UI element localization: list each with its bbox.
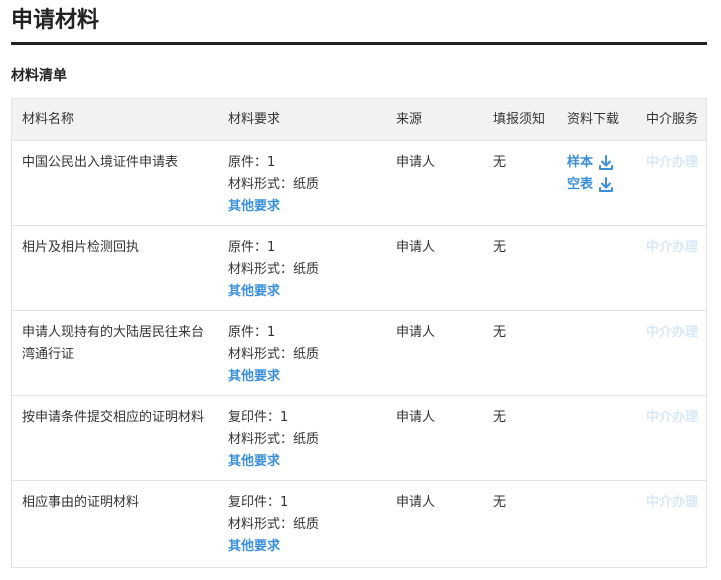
table-row: 相应事由的证明材料 复印件：1 材料形式：纸质 其他要求 申请人 无 中介办理 <box>12 481 706 567</box>
material-requirement: 原件：1 材料形式：纸质 其他要求 <box>228 237 378 303</box>
fill-note: 无 <box>493 240 507 255</box>
requirement-form: 材料形式：纸质 <box>228 177 320 192</box>
download-blank-form-label: 空表 <box>567 177 594 192</box>
fill-note: 无 <box>493 155 507 170</box>
material-source: 申请人 <box>396 240 436 255</box>
header-downloads: 资料下载 <box>567 112 620 127</box>
download-sample-link[interactable]: 样本 <box>567 152 614 174</box>
title-divider <box>11 42 707 45</box>
requirement-count: 原件：1 <box>228 240 276 255</box>
page: 申请材料 材料清单 材料名称 材料要求 来源 填报须知 资料下载 中介服务 中国… <box>0 0 721 580</box>
agency-service-link[interactable]: 中介办理 <box>646 322 698 344</box>
download-sample-label: 样本 <box>567 155 594 170</box>
header-material-requirement: 材料要求 <box>228 112 281 127</box>
downloads: 样本 空表 <box>567 152 614 196</box>
other-requirements-link[interactable]: 其他要求 <box>228 451 378 473</box>
material-source: 申请人 <box>396 410 436 425</box>
materials-table: 材料名称 材料要求 来源 填报须知 资料下载 中介服务 中国公民出入境证件申请表… <box>11 98 707 568</box>
material-source: 申请人 <box>396 155 436 170</box>
other-requirements-link[interactable]: 其他要求 <box>228 536 378 558</box>
table-header: 材料名称 材料要求 来源 填报须知 资料下载 中介服务 <box>12 99 706 141</box>
material-name: 申请人现持有的大陆居民往来台 湾通行证 <box>22 322 212 366</box>
other-requirements-link[interactable]: 其他要求 <box>228 196 378 218</box>
fill-note: 无 <box>493 495 507 510</box>
fill-note: 无 <box>493 325 507 340</box>
material-requirement: 复印件：1 材料形式：纸质 其他要求 <box>228 407 378 473</box>
table-row: 申请人现持有的大陆居民往来台 湾通行证 原件：1 材料形式：纸质 其他要求 申请… <box>12 311 706 396</box>
requirement-form: 材料形式：纸质 <box>228 517 320 532</box>
requirement-form: 材料形式：纸质 <box>228 432 320 447</box>
fill-note: 无 <box>493 410 507 425</box>
material-source: 申请人 <box>396 325 436 340</box>
agency-service-link[interactable]: 中介办理 <box>646 407 698 429</box>
agency-service-link[interactable]: 中介办理 <box>646 237 698 259</box>
requirement-form: 材料形式：纸质 <box>228 347 320 362</box>
download-icon <box>599 155 614 170</box>
header-source: 来源 <box>396 112 423 127</box>
material-name: 相应事由的证明材料 <box>22 495 140 510</box>
table-row: 按申请条件提交相应的证明材料 复印件：1 材料形式：纸质 其他要求 申请人 无 … <box>12 396 706 481</box>
table-row: 中国公民出入境证件申请表 原件：1 材料形式：纸质 其他要求 申请人 无 样本 … <box>12 141 706 226</box>
requirement-form: 材料形式：纸质 <box>228 262 320 277</box>
material-name-line: 申请人现持有的大陆居民往来台 <box>22 325 205 340</box>
table-row: 相片及相片检测回执 原件：1 材料形式：纸质 其他要求 申请人 无 中介办理 <box>12 226 706 311</box>
material-source: 申请人 <box>396 495 436 510</box>
header-material-name: 材料名称 <box>22 112 75 127</box>
agency-service-link[interactable]: 中介办理 <box>646 492 698 514</box>
download-icon <box>599 177 614 192</box>
requirement-count: 原件：1 <box>228 155 276 170</box>
header-fill-notes: 填报须知 <box>493 112 546 127</box>
material-requirement: 原件：1 材料形式：纸质 其他要求 <box>228 152 378 218</box>
header-agency-service: 中介服务 <box>646 112 699 127</box>
other-requirements-link[interactable]: 其他要求 <box>228 281 378 303</box>
material-requirement: 复印件：1 材料形式：纸质 其他要求 <box>228 492 378 558</box>
material-name: 相片及相片检测回执 <box>22 240 140 255</box>
material-name: 中国公民出入境证件申请表 <box>22 155 179 170</box>
material-name: 按申请条件提交相应的证明材料 <box>22 410 205 425</box>
material-requirement: 原件：1 材料形式：纸质 其他要求 <box>228 322 378 388</box>
section-title: 材料清单 <box>11 68 67 84</box>
material-name-line: 湾通行证 <box>22 347 75 362</box>
download-blank-form-link[interactable]: 空表 <box>567 174 614 196</box>
requirement-count: 复印件：1 <box>228 495 289 510</box>
requirement-count: 复印件：1 <box>228 410 289 425</box>
agency-service-link[interactable]: 中介办理 <box>646 152 698 174</box>
other-requirements-link[interactable]: 其他要求 <box>228 366 378 388</box>
requirement-count: 原件：1 <box>228 325 276 340</box>
page-title: 申请材料 <box>11 8 100 33</box>
